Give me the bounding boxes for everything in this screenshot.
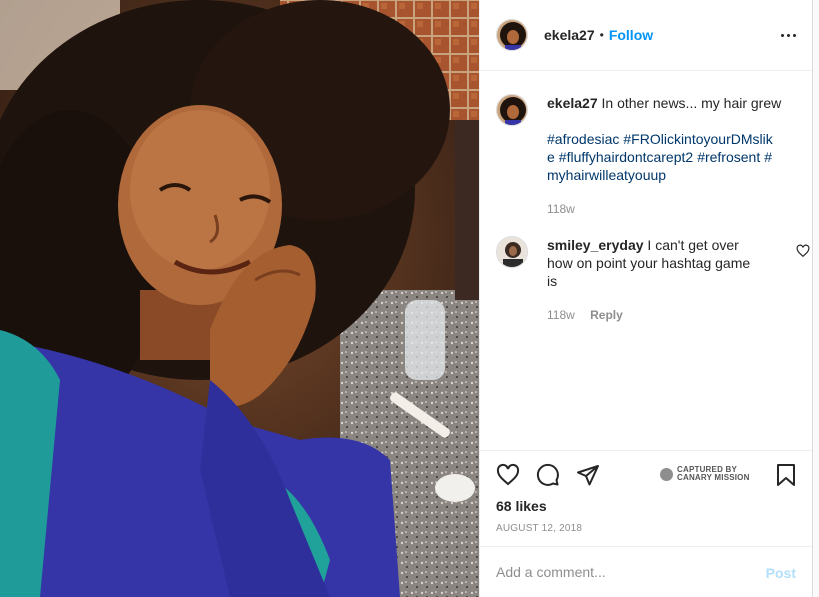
follow-button[interactable]: Follow — [609, 27, 653, 43]
dot-icon — [792, 33, 796, 37]
action-bar — [496, 463, 616, 487]
watermark-text: CAPTURED BY CANARY MISSION — [677, 466, 750, 482]
avatar[interactable] — [496, 19, 528, 51]
hashtag-link[interactable]: #fluffyhairdontcarept2 — [559, 149, 693, 165]
avatar[interactable] — [496, 94, 528, 126]
likes-count[interactable]: 68 likes — [496, 498, 547, 514]
post-details-panel: ekela27 • Follow ekela27 In other news..… — [479, 0, 813, 597]
comment-meta: 118w Reply — [547, 306, 752, 324]
avatar[interactable] — [496, 236, 528, 268]
dot-icon — [786, 33, 790, 37]
watermark: CAPTURED BY CANARY MISSION — [660, 466, 750, 482]
photo-illustration — [0, 0, 479, 597]
comment-timestamp[interactable]: 118w — [547, 308, 575, 322]
dot-icon — [780, 33, 784, 37]
separator-dot: • — [599, 28, 604, 42]
bookmark-icon[interactable] — [774, 463, 798, 487]
reply-button[interactable]: Reply — [590, 308, 623, 322]
comment-input[interactable] — [496, 561, 746, 583]
hashtag-link[interactable]: #afrodesiac — [547, 131, 619, 147]
paper-plane-icon[interactable] — [576, 463, 600, 487]
comment-bubble-icon[interactable] — [536, 463, 560, 487]
post-header: ekela27 • Follow — [480, 0, 812, 71]
post-comment-button[interactable]: Post — [766, 565, 796, 581]
canary-logo-icon — [660, 467, 673, 481]
caption-username[interactable]: ekela27 — [547, 95, 598, 111]
page-scroll-gutter — [813, 0, 819, 597]
comment-body: smiley_eryday I can't get over how on po… — [547, 236, 752, 324]
caption: ekela27 In other news... my hair grew #a… — [496, 94, 796, 224]
avatar-image — [497, 20, 527, 50]
like-heart-icon[interactable] — [496, 463, 520, 487]
avatar-image — [497, 237, 527, 267]
post-photo[interactable] — [0, 0, 479, 597]
hashtag-list: #afrodesiac #FROlickintoyourDMslike #fluff… — [547, 130, 782, 184]
hashtag-link[interactable]: #refrosent — [697, 149, 760, 165]
caption-text: In other news... my hair grew — [601, 95, 782, 111]
comment-username[interactable]: smiley_eryday — [547, 237, 644, 253]
caption-body: ekela27 In other news... my hair grew #a… — [547, 94, 782, 218]
more-options-icon[interactable] — [778, 25, 798, 45]
caption-timestamp[interactable]: 118w — [547, 202, 575, 216]
avatar-image — [497, 95, 527, 125]
comments-list[interactable]: ekela27 In other news... my hair grew #a… — [480, 72, 812, 450]
watermark-line2: CANARY MISSION — [677, 473, 750, 482]
comment-item: smiley_eryday I can't get over how on po… — [496, 236, 810, 326]
post-actions-section: CAPTURED BY CANARY MISSION 68 likes AUGU… — [480, 450, 812, 546]
caption-meta: 118w — [547, 200, 782, 218]
add-comment-form: Post — [480, 546, 812, 597]
author-username[interactable]: ekela27 — [544, 27, 595, 43]
comment-like-heart-icon[interactable] — [796, 244, 810, 258]
post-date[interactable]: AUGUST 12, 2018 — [496, 523, 582, 534]
